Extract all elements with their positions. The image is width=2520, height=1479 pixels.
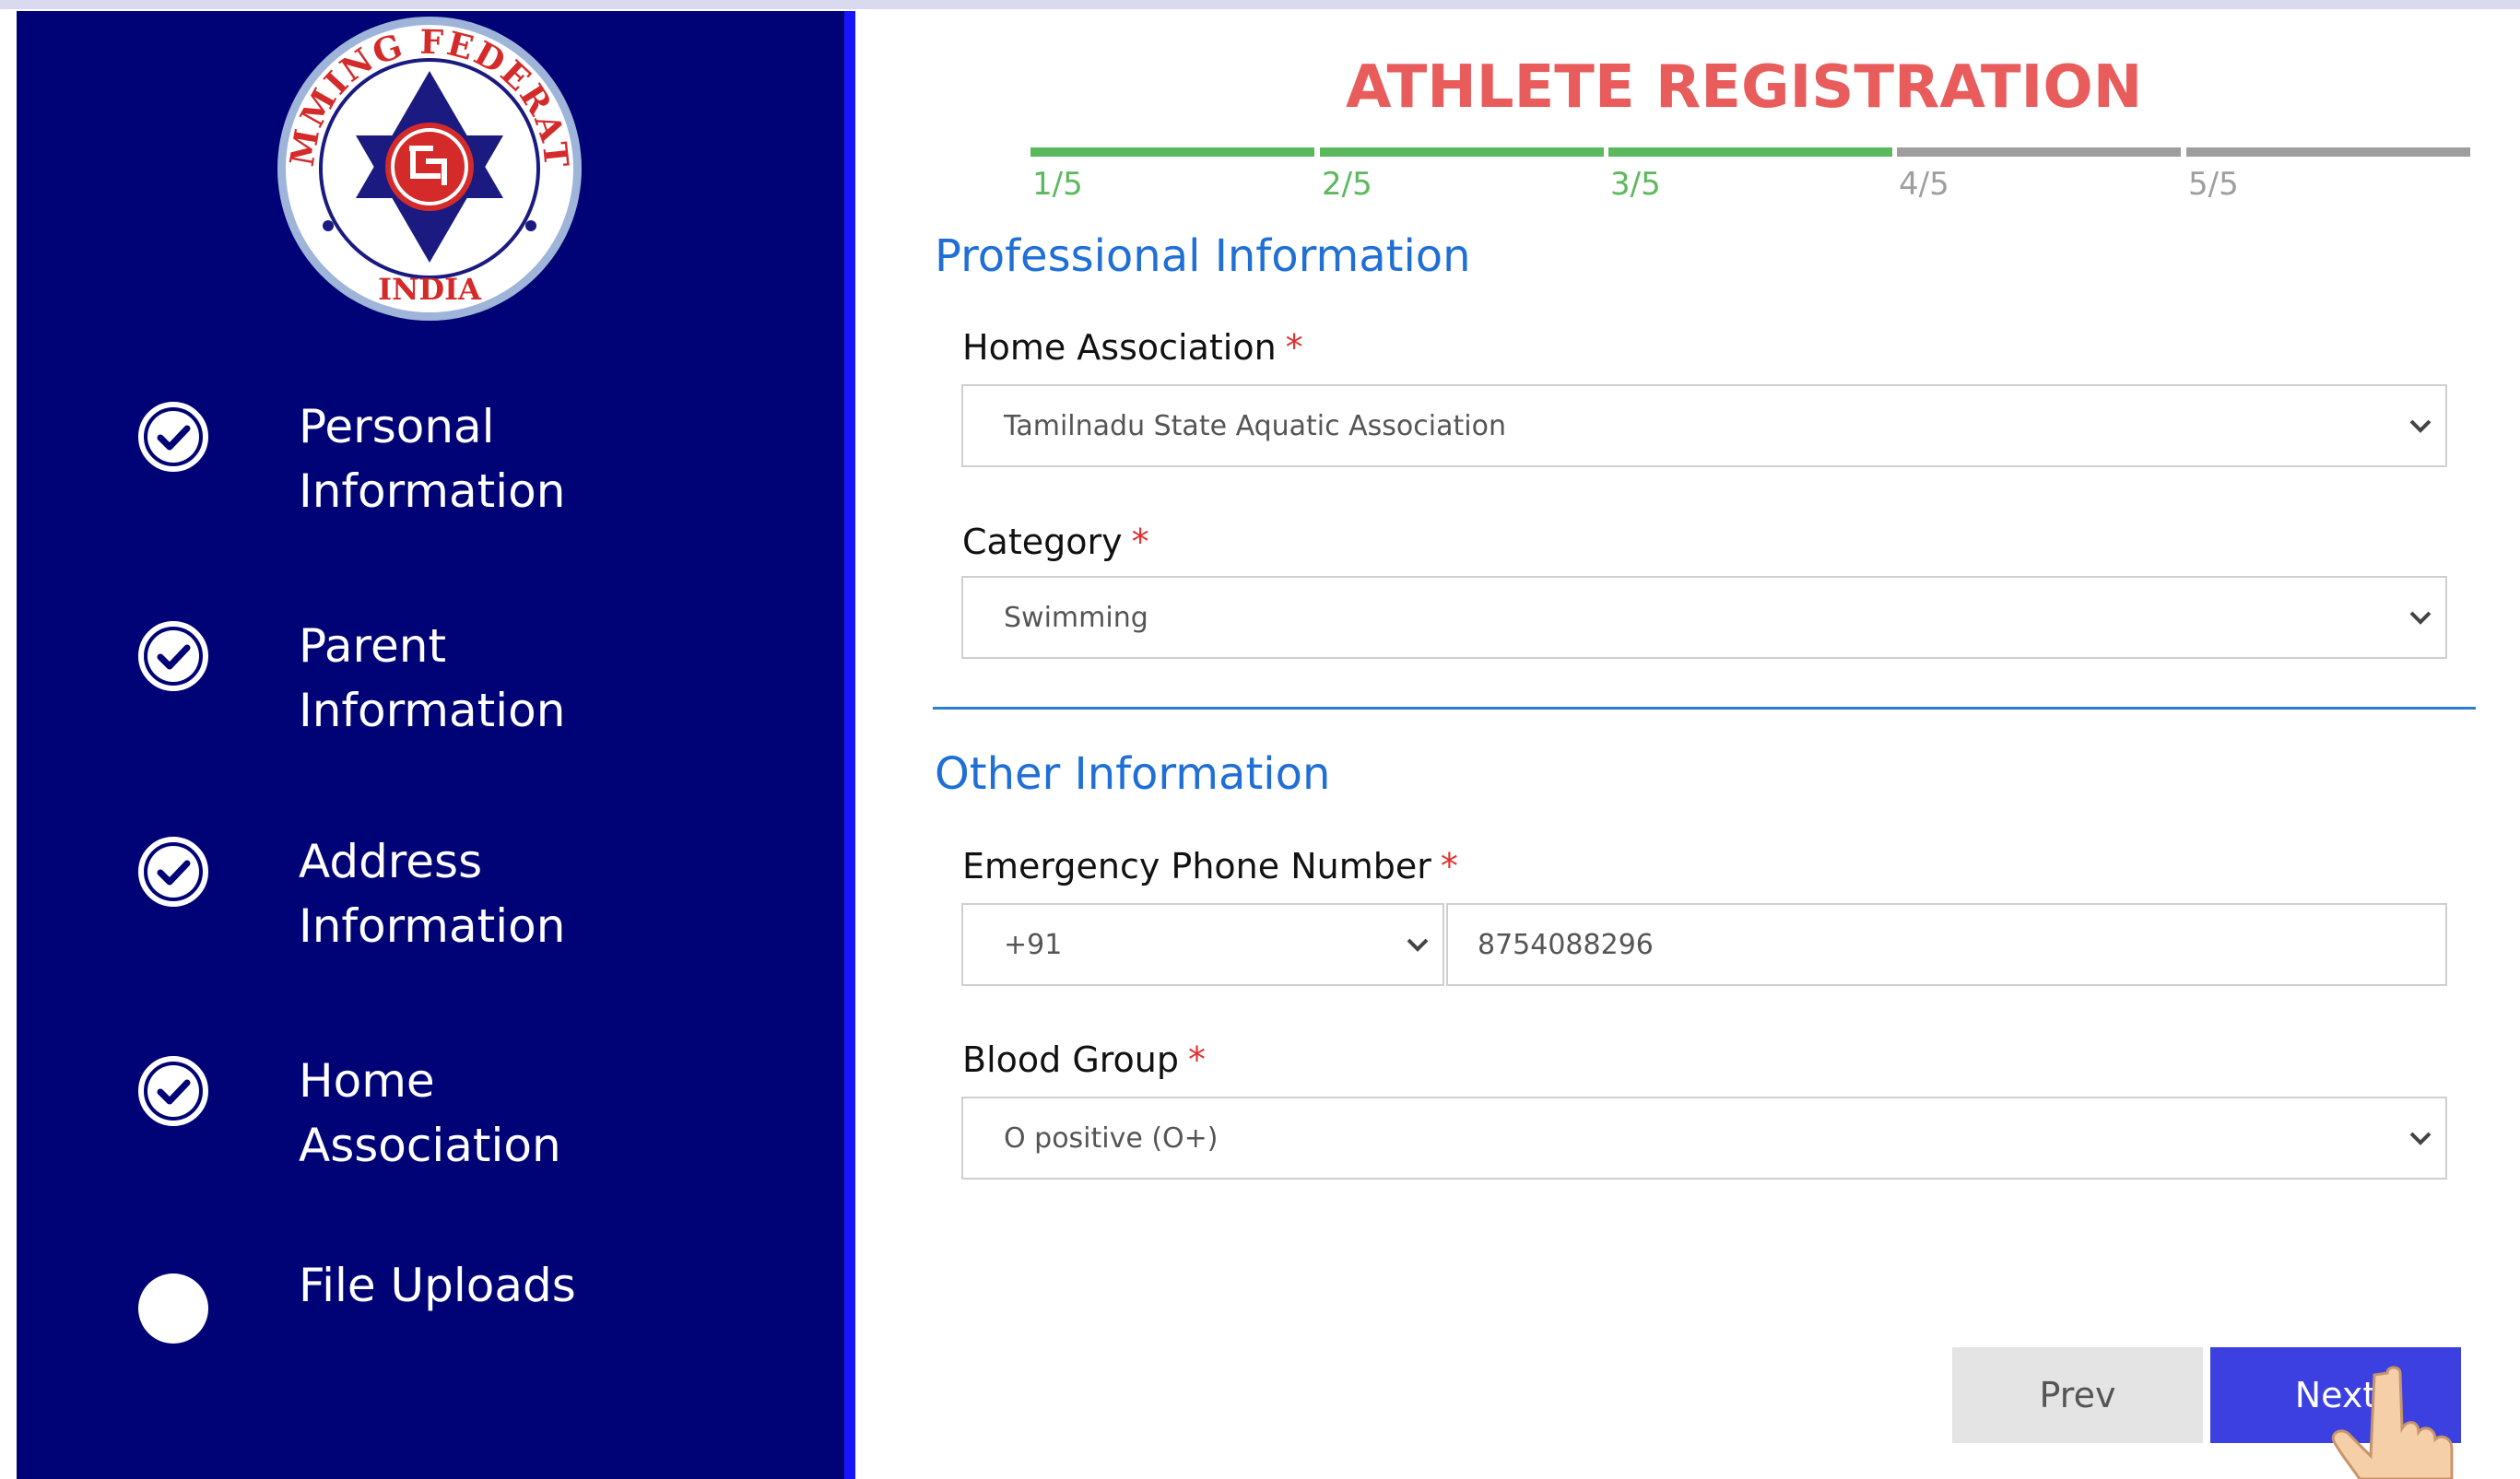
page-title: ATHLETE REGISTRATION [1346,53,2143,122]
home-association-select[interactable]: Tamilnadu State Aquatic Association [961,384,2447,467]
category-value: Swimming [1004,601,1148,634]
home-association-label: Home Association * [962,327,1303,368]
sidebar-step-address[interactable]: Address Information [136,829,649,958]
progress-step-label: 1/5 [1032,166,1083,203]
sidebar-step-label: Personal Information [299,400,566,518]
sidebar-step-label: File Uploads [299,1259,576,1312]
pending-circle-icon [138,1274,208,1344]
sidebar-step-parent[interactable]: Parent Information [136,614,649,743]
chevron-down-icon [2409,419,2432,433]
country-code-value: +91 [1004,928,1063,961]
sidebar-step-personal[interactable]: Personal Information [136,394,649,523]
prev-button[interactable]: Prev [1952,1347,2203,1443]
check-circle-icon [138,1056,208,1126]
check-circle-icon [138,402,208,472]
blood-group-select[interactable]: O positive (O+) [961,1097,2447,1180]
check-circle-icon [138,837,208,907]
sidebar-edge [844,11,855,1479]
sidebar-step-label: Parent Information [299,619,566,737]
progress-step-label: 2/5 [1322,166,1372,203]
category-select[interactable]: Swimming [961,576,2447,659]
section-title-other: Other Information [935,748,1331,800]
progress-step-label: 4/5 [1899,166,1949,203]
progress-segment [1608,147,1892,157]
emergency-phone-input[interactable]: 8754088296 [1446,903,2447,986]
required-mark: * [1188,1039,1207,1080]
sidebar-step-home-association[interactable]: Home Association [136,1049,649,1178]
check-circle-icon [138,621,208,691]
sidebar-step-label: Address Information [299,835,566,953]
progress-step-label: 5/5 [2188,166,2239,203]
country-code-select[interactable]: +91 [961,903,1444,986]
progress-segment [2186,147,2470,157]
emergency-phone-value: 8754088296 [1478,928,1654,961]
sidebar-step-file-uploads[interactable]: File Uploads [136,1259,649,1345]
home-association-value: Tamilnadu State Aquatic Association [1004,409,1506,442]
progress-step-label: 3/5 [1610,166,1661,203]
section-title-professional: Professional Information [935,230,1471,282]
chevron-down-icon [2409,611,2432,625]
emergency-phone-label: Emergency Phone Number * [962,846,1458,886]
chevron-down-icon [2409,1132,2432,1145]
progress-segment [1320,147,1604,157]
window-top-border [0,0,2520,9]
required-mark: * [1285,327,1303,368]
blood-group-value: O positive (O+) [1004,1121,1219,1155]
progress-segment [1897,147,2181,157]
required-mark: * [1131,522,1149,562]
sidebar-step-label: Home Association [299,1054,561,1172]
section-divider [933,707,2476,710]
progress-segment [1030,147,1314,157]
pointer-hand-icon [2331,1366,2454,1479]
required-mark: * [1440,846,1458,886]
category-label: Category * [962,522,1149,562]
logo-text-bottom: INDIA [378,272,482,307]
federation-logo: SWIMMING FEDERATION INDIA [273,14,582,321]
blood-group-label: Blood Group * [962,1039,1207,1080]
progress-bar: 1/5 2/5 3/5 4/5 5/5 [1030,147,2470,212]
chevron-down-icon [1407,938,1429,952]
